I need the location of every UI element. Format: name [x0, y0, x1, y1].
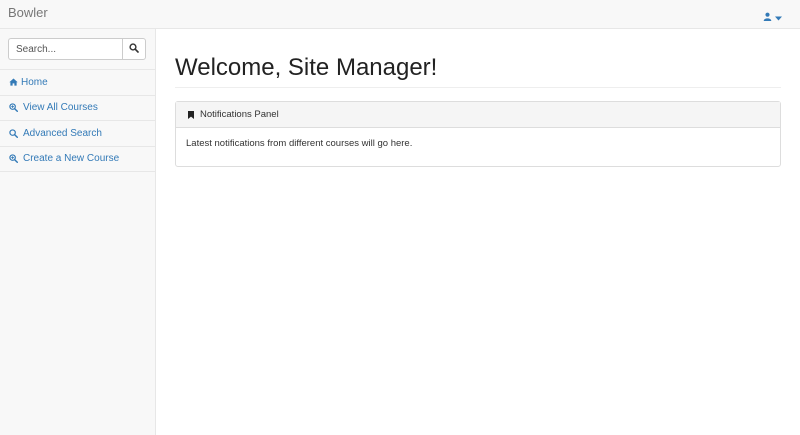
- brand-name[interactable]: Bowler: [8, 5, 48, 20]
- panel-heading: Notifications Panel: [176, 102, 780, 128]
- zoom-in-icon: [9, 154, 18, 164]
- sidebar-item-label: Create a New Course: [23, 153, 120, 165]
- sidebar-nav: Home View All Courses Advanced Search Cr…: [0, 69, 155, 172]
- sidebar-search: [8, 38, 146, 60]
- sidebar-item-advanced-search[interactable]: Advanced Search: [0, 121, 155, 147]
- home-icon: [9, 78, 18, 86]
- search-icon: [129, 40, 139, 58]
- page-title: Welcome, Site Manager!: [175, 54, 438, 81]
- sidebar-item-view-all-courses[interactable]: View All Courses: [0, 96, 155, 121]
- search-button[interactable]: [122, 38, 146, 60]
- sidebar-item-label: View All Courses: [23, 102, 98, 114]
- top-navbar: Bowler: [0, 0, 800, 29]
- search-icon: [9, 129, 18, 138]
- zoom-in-icon: [9, 103, 18, 113]
- bookmark-icon: [188, 110, 194, 119]
- sidebar: Home View All Courses Advanced Search: [0, 29, 156, 435]
- user-menu-dropdown[interactable]: [763, 8, 782, 26]
- user-icon: [763, 8, 772, 26]
- sidebar-item-label: Home: [21, 76, 48, 88]
- caret-down-icon: [775, 8, 782, 26]
- sidebar-item-label: Advanced Search: [23, 127, 102, 139]
- main-content: Welcome, Site Manager! Notifications Pan…: [175, 29, 781, 167]
- panel-body: Latest notifications from different cour…: [186, 138, 413, 149]
- panel-heading-label: Notifications Panel: [200, 109, 279, 120]
- notifications-panel: Notifications Panel Latest notifications…: [175, 101, 781, 167]
- sidebar-item-create-course[interactable]: Create a New Course: [0, 147, 155, 172]
- title-divider: [175, 87, 781, 88]
- sidebar-item-home[interactable]: Home: [0, 70, 155, 96]
- search-input[interactable]: [8, 38, 122, 60]
